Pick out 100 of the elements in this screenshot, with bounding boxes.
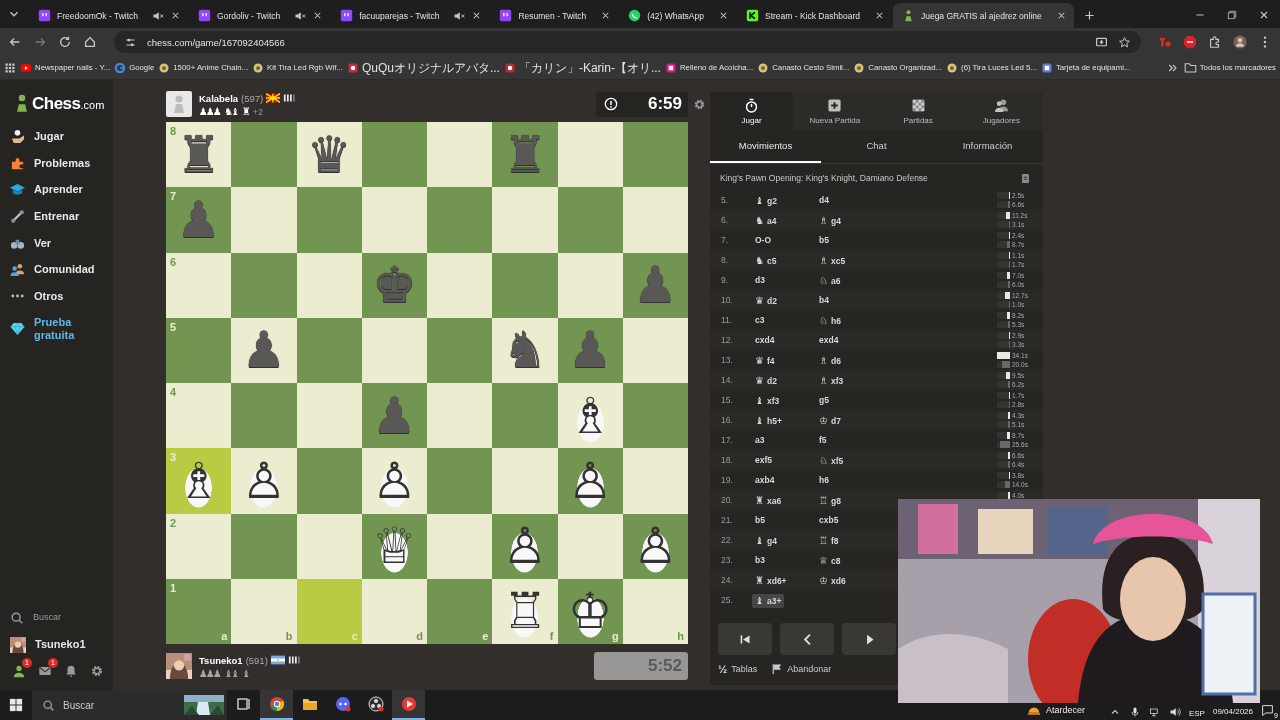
nav-link[interactable]: Ver <box>0 229 113 257</box>
nav-link[interactable]: Jugar <box>0 123 113 150</box>
move-link[interactable]: ♝ g4 <box>752 533 780 548</box>
volume-icon[interactable] <box>1168 706 1181 718</box>
browser-tab[interactable]: FreedoomOk - Twitch <box>29 3 189 28</box>
mail-icon[interactable] <box>38 664 52 678</box>
nav-tab[interactable]: Jugadores <box>959 92 1043 130</box>
restore-icon[interactable] <box>1226 9 1238 21</box>
browser-tab[interactable]: Stream - Kick Dashboard <box>737 3 892 28</box>
board-square[interactable] <box>427 383 493 449</box>
move-link[interactable]: O-O <box>752 233 775 247</box>
taskbar-app-button[interactable] <box>260 690 293 720</box>
nav-link[interactable]: Entrenar <box>0 203 113 230</box>
bell-icon[interactable] <box>64 664 78 678</box>
move-link[interactable]: d3 <box>752 273 768 287</box>
board-square[interactable]: ♗ <box>557 383 623 449</box>
weather-widget[interactable]: Atardecer <box>1026 703 1085 717</box>
board-square[interactable] <box>427 252 493 318</box>
board-square[interactable] <box>427 317 493 383</box>
move-link[interactable]: ♗ g4 <box>816 213 844 228</box>
draw-button[interactable]: ½ Tablas <box>718 663 758 675</box>
chess-piece[interactable]: ♟ <box>241 322 287 379</box>
extensions-icon[interactable] <box>1208 35 1222 49</box>
move-link[interactable]: ♝ h5+ <box>752 413 785 428</box>
move-link[interactable]: ♜ xa6 <box>752 493 785 508</box>
move-link[interactable]: ♝ g2 <box>752 193 780 208</box>
reload-icon[interactable] <box>58 35 72 49</box>
muted-speaker-icon[interactable] <box>152 9 165 22</box>
board-square[interactable] <box>622 122 688 188</box>
move-link[interactable]: ♜ xd6+ <box>752 573 790 588</box>
panel-tab[interactable]: Movimientos <box>710 130 821 163</box>
browser-tab[interactable]: Resumen - Twitch <box>490 3 619 28</box>
move-link[interactable]: cxb5 <box>816 513 842 527</box>
move-link[interactable]: ♝ a3+ <box>752 593 785 608</box>
move-link[interactable]: g5 <box>816 393 832 407</box>
back-icon[interactable] <box>8 35 22 49</box>
board-square[interactable]: ♛ <box>296 122 362 188</box>
move-link[interactable]: ♗ xc5 <box>816 253 849 268</box>
board-square[interactable]: ♙ <box>361 448 427 514</box>
board-square[interactable] <box>427 122 493 188</box>
first-move-button[interactable] <box>718 623 772 655</box>
board-square[interactable] <box>296 513 362 579</box>
move-link[interactable]: ♖ f8 <box>816 533 842 548</box>
search-field[interactable]: Buscar <box>32 690 227 720</box>
nav-tab[interactable]: Nueva Partida <box>793 92 877 130</box>
move-link[interactable]: f5 <box>816 433 830 447</box>
move-link[interactable]: b3 <box>752 553 768 567</box>
nav-link[interactable]: Otros <box>0 283 113 310</box>
board-square[interactable]: ♟ <box>231 317 297 383</box>
move-link[interactable]: d4 <box>816 193 832 207</box>
profile-avatar-icon[interactable] <box>1233 35 1247 49</box>
move-link[interactable]: ♛ f4 <box>752 353 778 368</box>
move-link[interactable]: ♘ xf5 <box>816 453 847 468</box>
profile-link[interactable]: Tsuneko1 <box>0 631 113 658</box>
move-link[interactable]: ♔ xd6 <box>816 573 849 588</box>
nav-link[interactable]: Prueba gratuita <box>0 309 113 348</box>
browser-tab[interactable]: Gordoliv - Twitch <box>189 3 331 28</box>
chess-piece[interactable]: ♜ <box>176 126 222 183</box>
move-link[interactable]: ♕ c8 <box>816 553 844 568</box>
player-name[interactable]: Kalabela <box>199 92 239 104</box>
browser-tab[interactable]: facuuparejas - Twitch <box>331 3 490 28</box>
board-square[interactable] <box>557 252 623 318</box>
chess-piece[interactable]: ♛ <box>306 126 352 183</box>
nav-tab[interactable]: Partidas <box>876 92 960 130</box>
move-link[interactable]: exd4 <box>816 333 842 347</box>
board-square[interactable] <box>427 513 493 579</box>
window-close-icon[interactable] <box>1258 9 1270 21</box>
move-link[interactable]: ♞ a4 <box>752 213 780 228</box>
move-link[interactable]: ♗ d6 <box>816 353 844 368</box>
player-name[interactable]: Tsuneko1 <box>199 654 243 666</box>
microphone-icon[interactable] <box>1128 706 1141 718</box>
network-icon[interactable] <box>1148 706 1161 718</box>
forward-icon[interactable] <box>33 35 47 49</box>
close-icon[interactable] <box>718 10 729 21</box>
install-icon[interactable] <box>1095 35 1108 49</box>
move-link[interactable]: ♘ h6 <box>816 313 844 328</box>
search-link[interactable]: Buscar <box>0 604 113 632</box>
move-link[interactable]: cxd4 <box>752 333 778 347</box>
bookmark-link[interactable]: 「カリン」-Karin-【オリ... <box>503 60 661 75</box>
move-link[interactable]: ♛ d2 <box>752 373 780 388</box>
book-icon[interactable] <box>1020 172 1031 184</box>
move-link[interactable]: ♘ a6 <box>816 273 844 288</box>
browser-tab[interactable]: Juega GRATIS al ajedrez online <box>892 3 1074 28</box>
panel-tab[interactable]: Chat <box>821 130 932 163</box>
notification-icon[interactable] <box>1261 704 1274 717</box>
panel-tab[interactable]: Información <box>932 130 1043 163</box>
move-link[interactable]: b5 <box>752 513 768 527</box>
board-square[interactable] <box>557 513 623 579</box>
settings-icon[interactable] <box>693 98 706 111</box>
friends-icon[interactable] <box>12 664 26 678</box>
board-square[interactable]: ♙ <box>231 448 297 514</box>
logo-text[interactable]: Chess.com <box>32 94 105 114</box>
clock-date[interactable]: 09/04/2026 <box>1212 707 1253 717</box>
board-square[interactable] <box>296 317 362 383</box>
bookmark-link[interactable]: QuQuオリジナルアバタ... <box>346 60 500 75</box>
move-link[interactable]: a3 <box>752 433 768 447</box>
muted-speaker-icon[interactable] <box>453 9 466 22</box>
bookmark-star-icon[interactable] <box>1118 35 1131 49</box>
move-link[interactable]: ♗ xf3 <box>816 373 847 388</box>
address-field[interactable]: chess.com/game/167092404566 <box>114 31 1141 53</box>
